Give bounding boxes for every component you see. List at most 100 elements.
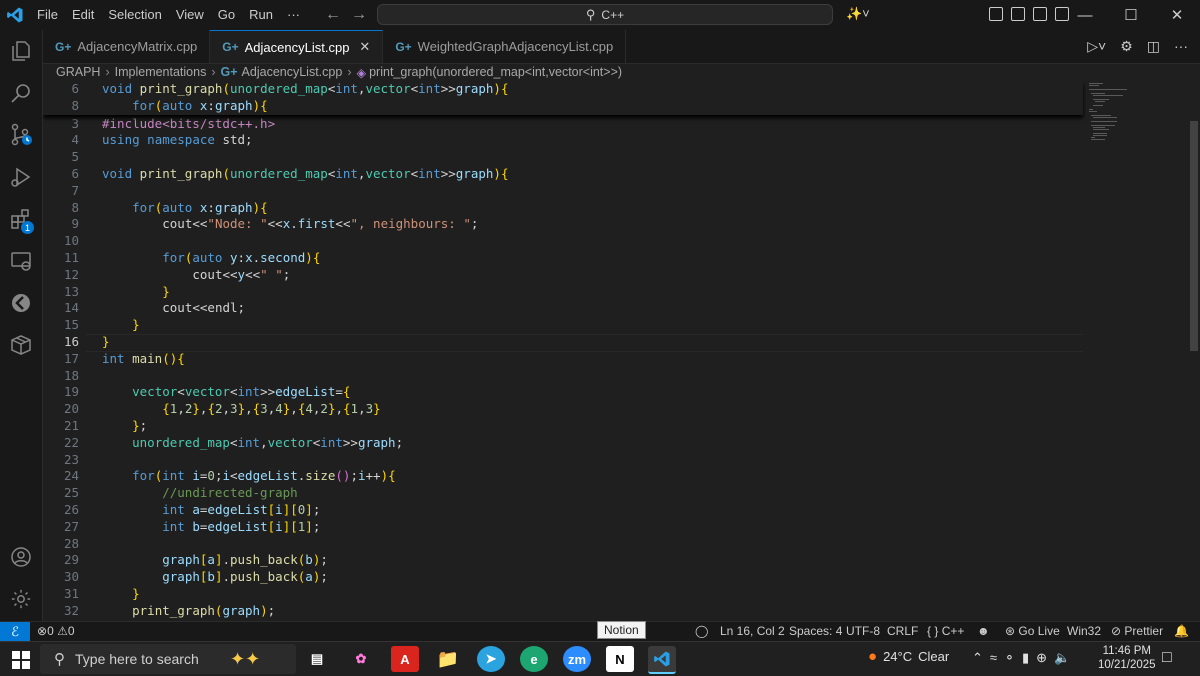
code-line[interactable]: 4 using namespace std; <box>43 132 1083 149</box>
code-line[interactable]: 29 graph[a].push_back(b); <box>43 552 1083 569</box>
accounts-icon[interactable] <box>0 536 42 578</box>
git-commit-icon[interactable]: ◯ <box>695 624 708 638</box>
vertical-scrollbar[interactable] <box>1188 81 1200 621</box>
menu-go[interactable]: Go <box>211 0 242 30</box>
code-line[interactable]: 13 } <box>43 284 1083 301</box>
clock[interactable]: 11:46 PM 10/21/2025 <box>1098 644 1156 672</box>
back-arrow-icon[interactable]: ← <box>325 6 341 24</box>
close-window-icon[interactable]: ✕ <box>1154 0 1200 30</box>
tab-weighted-graph[interactable]: G+ WeightedGraphAdjacencyList.cpp <box>383 30 627 63</box>
line-ending[interactable]: CRLF <box>887 624 918 638</box>
settings-gear-icon[interactable]: ⚙ <box>1120 38 1133 55</box>
code-line[interactable]: 24 for(int i=0;i<edgeList.size();i++){ <box>43 468 1083 485</box>
menu-selection[interactable]: Selection <box>101 0 168 30</box>
cursor-position[interactable]: Ln 16, Col 2 <box>720 624 785 638</box>
forward-arrow-icon[interactable]: → <box>351 6 367 24</box>
zoom-icon[interactable]: zm <box>563 646 591 672</box>
breadcrumb-folder[interactable]: GRAPH <box>56 65 100 79</box>
windows-start-icon[interactable] <box>12 651 30 674</box>
code-line[interactable]: 27 int b=edgeList[i][1]; <box>43 519 1083 536</box>
toggle-panel-icon[interactable] <box>1033 7 1047 21</box>
code-editor[interactable]: 3 #include<bits/stdc++.h> 4 using namespace… <box>43 81 1188 621</box>
breadcrumb-subfolder[interactable]: Implementations <box>115 65 207 79</box>
copilot-icon[interactable]: ✨˅ <box>846 6 870 22</box>
run-file-icon[interactable]: ▷˅ <box>1087 38 1106 55</box>
codegpt-icon[interactable] <box>0 282 42 324</box>
more-actions-icon[interactable]: ··· <box>1174 38 1188 55</box>
meet-now-icon[interactable]: ⚬ <box>1004 650 1015 666</box>
command-center-search[interactable]: ⚲ C++ <box>377 4 833 25</box>
copilot-status-icon[interactable]: ☻ <box>977 624 990 638</box>
breadcrumb-symbol[interactable]: print_graph(unordered_map<int,vector<int… <box>369 65 622 79</box>
code-line[interactable]: 30 graph[b].push_back(a); <box>43 569 1083 586</box>
tab-adjacency-list[interactable]: G+ AdjacencyList.cpp ✕ <box>210 30 384 63</box>
indentation[interactable]: Spaces: 4 <box>789 624 842 638</box>
network-globe-icon[interactable]: ⊕ <box>1036 650 1047 666</box>
source-control-icon[interactable] <box>0 114 42 156</box>
problems-indicator[interactable]: ⊗0 ⚠0 <box>37 624 75 638</box>
code-line[interactable]: 12 cout<<y<<" "; <box>43 267 1083 284</box>
language-mode[interactable]: { } C++ <box>927 624 964 638</box>
menu-more[interactable]: ··· <box>280 0 307 30</box>
remote-indicator-icon[interactable]: ℰ <box>0 622 30 642</box>
code-line[interactable]: 5 <box>43 149 1083 166</box>
breadcrumb-file[interactable]: AdjacencyList.cpp <box>242 65 343 79</box>
remote-explorer-icon[interactable] <box>0 240 42 282</box>
code-line[interactable]: 19 vector<vector<int>>edgeList={ <box>43 384 1083 401</box>
search-view-icon[interactable] <box>0 72 42 114</box>
menu-run[interactable]: Run <box>242 0 280 30</box>
notification-center-icon[interactable]: □ <box>1162 649 1172 667</box>
wifi-icon[interactable]: ≈ <box>990 650 997 666</box>
explorer-icon[interactable] <box>0 30 42 72</box>
copilot-app-icon[interactable]: ✿ <box>347 646 375 672</box>
menu-edit[interactable]: Edit <box>65 0 101 30</box>
code-line[interactable]: 28 <box>43 536 1083 553</box>
minimap[interactable] <box>1083 81 1188 621</box>
menu-file[interactable]: File <box>30 0 65 30</box>
code-line[interactable]: 17 int main(){ <box>43 351 1083 368</box>
code-line[interactable]: 7 <box>43 183 1083 200</box>
manage-gear-icon[interactable] <box>0 578 42 620</box>
code-line[interactable]: 3 #include<bits/stdc++.h> <box>43 116 1083 133</box>
chevron-up-icon[interactable]: ⌃ <box>972 650 983 666</box>
weather-widget[interactable]: ● 24°C Clear <box>868 648 949 665</box>
scrollbar-thumb[interactable] <box>1190 121 1198 351</box>
volume-icon[interactable]: 🔈 <box>1054 650 1070 666</box>
prettier-status[interactable]: ⊘ Prettier <box>1111 624 1163 638</box>
menu-view[interactable]: View <box>169 0 211 30</box>
code-line[interactable]: 9 cout<<"Node: "<<x.first<<", neighbours… <box>43 216 1083 233</box>
platform[interactable]: Win32 <box>1067 624 1101 638</box>
telegram-icon[interactable]: ➤ <box>477 646 505 672</box>
split-editor-icon[interactable]: ◫ <box>1147 38 1160 55</box>
battery-icon[interactable]: ▮ <box>1022 650 1029 666</box>
code-line[interactable]: 10 <box>43 233 1083 250</box>
taskbar-search[interactable]: ⚲ Type here to search ✦✦ <box>40 644 296 674</box>
toggle-primary-sidebar-icon[interactable] <box>1011 7 1025 21</box>
go-live[interactable]: ⊛ Go Live <box>1005 624 1060 638</box>
edge-icon[interactable]: e <box>520 646 548 672</box>
code-line[interactable]: 14 cout<<endl; <box>43 300 1083 317</box>
close-tab-icon[interactable]: ✕ <box>359 39 370 55</box>
code-line[interactable]: 25 //undirected-graph <box>43 485 1083 502</box>
file-explorer-icon[interactable]: 📁 <box>434 646 462 672</box>
notifications-bell-icon[interactable]: 🔔 <box>1174 624 1189 638</box>
packages-icon[interactable] <box>0 324 42 366</box>
extensions-icon[interactable]: 1 <box>0 198 42 240</box>
vscode-taskbar-icon[interactable] <box>648 646 676 674</box>
run-debug-icon[interactable] <box>0 156 42 198</box>
encoding[interactable]: UTF-8 <box>846 624 880 638</box>
code-line[interactable]: 8 for(auto x:graph){ <box>43 200 1083 217</box>
code-line[interactable]: 11 for(auto y:x.second){ <box>43 250 1083 267</box>
code-line[interactable]: 18 <box>43 368 1083 385</box>
code-line[interactable]: 31 } <box>43 586 1083 603</box>
code-line[interactable]: 23 <box>43 452 1083 469</box>
tab-adjacency-matrix[interactable]: G+ AdjacencyMatrix.cpp <box>43 30 211 63</box>
code-line[interactable]: 32 print_graph(graph); <box>43 603 1083 620</box>
task-view-icon[interactable]: ▤ <box>303 646 331 672</box>
customize-layout-icon[interactable] <box>989 7 1003 21</box>
code-line[interactable]: 15 } <box>43 317 1083 334</box>
code-line[interactable]: 16} <box>43 334 1083 351</box>
code-line[interactable]: 6 void print_graph(unordered_map<int,vect… <box>43 166 1083 183</box>
code-line[interactable]: 22 unordered_map<int,vector<int>>graph; <box>43 435 1083 452</box>
code-line[interactable]: 26 int a=edgeList[i][0]; <box>43 502 1083 519</box>
